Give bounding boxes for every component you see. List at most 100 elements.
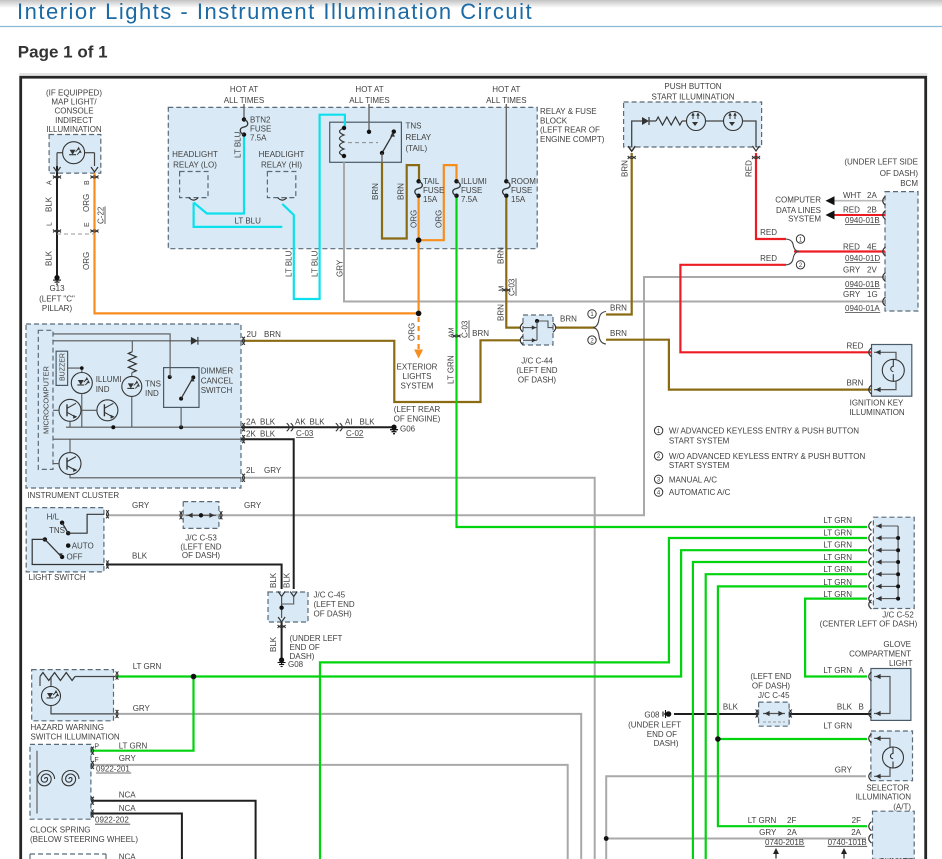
svg-text:OF DASH): OF DASH) bbox=[752, 682, 791, 691]
svg-text:BRN: BRN bbox=[847, 378, 864, 387]
svg-text:TNS: TNS bbox=[49, 526, 65, 535]
svg-text:RELAY: RELAY bbox=[406, 133, 432, 142]
svg-text:J/C C-45: J/C C-45 bbox=[314, 591, 346, 600]
svg-text:OF DASH): OF DASH) bbox=[182, 551, 221, 560]
svg-text:G08: G08 bbox=[288, 660, 304, 669]
svg-text:A: A bbox=[859, 666, 865, 675]
svg-text:BLK: BLK bbox=[269, 636, 278, 652]
svg-text:GRY: GRY bbox=[264, 466, 282, 475]
svg-text:START ILLUMINATION: START ILLUMINATION bbox=[652, 93, 735, 102]
svg-text:1G: 1G bbox=[867, 290, 878, 299]
svg-text:LT BLU: LT BLU bbox=[285, 250, 294, 277]
svg-text:B: B bbox=[84, 180, 91, 185]
svg-text:LT GRN: LT GRN bbox=[823, 565, 852, 574]
svg-text:LT GRN: LT GRN bbox=[823, 529, 852, 538]
svg-text:ORG: ORG bbox=[82, 194, 91, 212]
svg-text:FUSE: FUSE bbox=[423, 186, 444, 195]
svg-text:MAP LIGHT/: MAP LIGHT/ bbox=[51, 98, 97, 107]
svg-text:BRN: BRN bbox=[560, 315, 577, 324]
svg-text:GRY: GRY bbox=[843, 290, 861, 299]
svg-text:2A: 2A bbox=[787, 828, 797, 837]
svg-text:LT GRN: LT GRN bbox=[133, 662, 162, 671]
svg-text:2A: 2A bbox=[246, 418, 256, 427]
svg-text:AK: AK bbox=[295, 418, 306, 427]
svg-text:BLK: BLK bbox=[723, 702, 739, 711]
svg-text:BUZZER: BUZZER bbox=[60, 353, 67, 381]
svg-text:TNS: TNS bbox=[145, 380, 161, 389]
svg-text:LT BLU: LT BLU bbox=[235, 217, 262, 226]
svg-text:BRN: BRN bbox=[371, 183, 380, 200]
svg-text:C-22: C-22 bbox=[97, 206, 106, 224]
svg-text:(CENTER LEFT OF DASH): (CENTER LEFT OF DASH) bbox=[820, 619, 918, 628]
svg-text:J/C C-44: J/C C-44 bbox=[521, 357, 553, 366]
svg-text:LT GRN: LT GRN bbox=[119, 741, 148, 750]
svg-text:LIGHT SWITCH: LIGHT SWITCH bbox=[29, 573, 86, 582]
svg-text:PILLAR): PILLAR) bbox=[42, 304, 73, 313]
svg-text:(IF EQUIPPED): (IF EQUIPPED) bbox=[46, 88, 102, 97]
svg-text:SYSTEM: SYSTEM bbox=[788, 215, 821, 224]
svg-text:2A: 2A bbox=[867, 191, 877, 200]
svg-text:Interior Lights - Instrument I: Interior Lights - Instrument Illuminatio… bbox=[17, 0, 533, 24]
svg-text:BLK: BLK bbox=[45, 250, 54, 266]
svg-text:(LEFT END: (LEFT END bbox=[516, 366, 557, 375]
svg-text:RED: RED bbox=[760, 254, 777, 263]
svg-text:(LEFT END: (LEFT END bbox=[314, 600, 355, 609]
svg-text:LT GRN: LT GRN bbox=[447, 355, 456, 384]
svg-text:LT GRN: LT GRN bbox=[823, 721, 852, 730]
svg-text:A: A bbox=[47, 180, 54, 185]
svg-text:RED: RED bbox=[843, 206, 860, 215]
svg-text:15A: 15A bbox=[423, 195, 438, 204]
svg-text:ORG: ORG bbox=[435, 210, 444, 228]
svg-text:C-02: C-02 bbox=[346, 429, 364, 438]
svg-text:0940-01A: 0940-01A bbox=[845, 304, 880, 313]
svg-text:J/C C-52: J/C C-52 bbox=[882, 610, 914, 619]
svg-text:SELECTOR: SELECTOR bbox=[866, 784, 909, 793]
svg-text:0922-202: 0922-202 bbox=[95, 816, 129, 825]
svg-text:IND: IND bbox=[96, 385, 110, 394]
svg-text:COMPUTER: COMPUTER bbox=[775, 196, 821, 205]
svg-text:E: E bbox=[84, 222, 91, 227]
svg-text:2A: 2A bbox=[851, 828, 861, 837]
svg-text:COMPARTMENT: COMPARTMENT bbox=[849, 649, 911, 658]
svg-text:(LEFT "C": (LEFT "C" bbox=[39, 295, 75, 304]
svg-text:M: M bbox=[499, 286, 506, 292]
svg-text:GLOVE: GLOVE bbox=[883, 640, 911, 649]
svg-text:ILLUMI: ILLUMI bbox=[96, 375, 122, 384]
svg-text:2U: 2U bbox=[247, 330, 257, 339]
svg-text:ORG: ORG bbox=[410, 210, 419, 228]
svg-text:HOT AT: HOT AT bbox=[355, 85, 383, 94]
svg-text:ILLUMI: ILLUMI bbox=[461, 177, 487, 186]
svg-text:BLK: BLK bbox=[310, 418, 326, 427]
svg-text:W/O ADVANCED KEYLESS ENTRY & P: W/O ADVANCED KEYLESS ENTRY & PUSH BUTTON bbox=[669, 452, 866, 461]
svg-text:RED: RED bbox=[843, 243, 860, 252]
svg-text:LT BLU: LT BLU bbox=[234, 131, 243, 158]
svg-text:LT GRN: LT GRN bbox=[823, 666, 852, 675]
svg-text:FUSE: FUSE bbox=[250, 125, 271, 134]
svg-text:START SYSTEM: START SYSTEM bbox=[669, 437, 730, 446]
svg-text:H/L: H/L bbox=[47, 513, 60, 522]
svg-text:0940-01D: 0940-01D bbox=[845, 254, 880, 263]
svg-text:NCA: NCA bbox=[119, 804, 137, 813]
svg-text:GRY: GRY bbox=[835, 766, 853, 775]
svg-text:RED: RED bbox=[847, 342, 864, 351]
svg-text:LIGHTS: LIGHTS bbox=[403, 372, 432, 381]
svg-text:GRY: GRY bbox=[843, 266, 861, 275]
svg-text:GRY: GRY bbox=[133, 704, 151, 713]
svg-text:HEADLIGHT: HEADLIGHT bbox=[259, 150, 305, 159]
svg-text:SYSTEM: SYSTEM bbox=[401, 382, 434, 391]
svg-text:NCA: NCA bbox=[119, 853, 137, 859]
svg-text:BLK: BLK bbox=[260, 430, 276, 439]
svg-text:HOT AT: HOT AT bbox=[492, 85, 520, 94]
svg-text:C-03: C-03 bbox=[296, 429, 314, 438]
svg-text:BRN: BRN bbox=[610, 329, 627, 338]
svg-text:LT GRN: LT GRN bbox=[823, 578, 852, 587]
svg-text:LT GRN: LT GRN bbox=[823, 553, 852, 562]
svg-text:J/C C-45: J/C C-45 bbox=[758, 691, 790, 700]
svg-text:MANUAL A/C: MANUAL A/C bbox=[669, 475, 717, 484]
svg-text:SWITCH ILLUMINATION: SWITCH ILLUMINATION bbox=[31, 733, 120, 742]
svg-text:F: F bbox=[94, 757, 98, 764]
svg-text:C-03: C-03 bbox=[461, 320, 470, 338]
svg-text:2B: 2B bbox=[867, 206, 877, 215]
svg-text:7.5A: 7.5A bbox=[250, 134, 267, 143]
svg-text:4E: 4E bbox=[867, 243, 877, 252]
